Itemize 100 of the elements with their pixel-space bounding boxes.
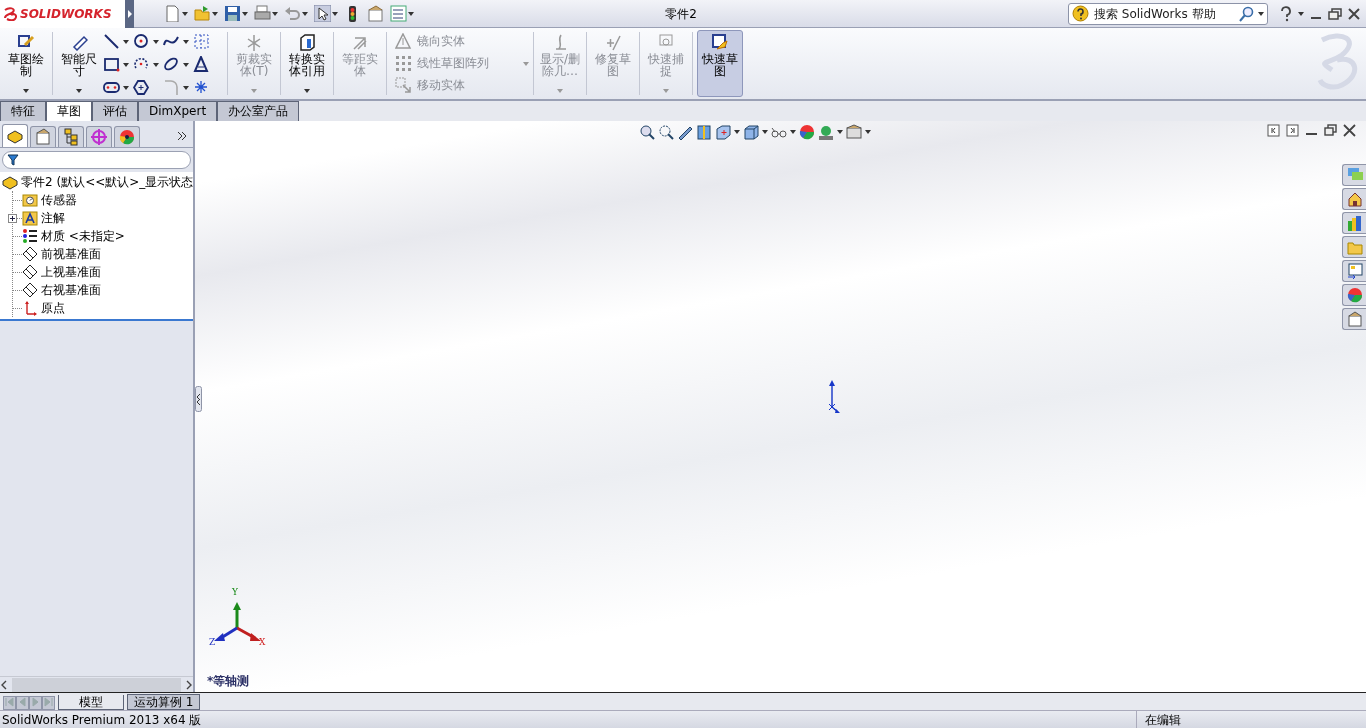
tree-item[interactable]: 注解 bbox=[22, 209, 65, 227]
caret-icon[interactable] bbox=[212, 11, 218, 16]
text-icon[interactable] bbox=[193, 56, 210, 73]
bottom-tab[interactable]: 运动算例 1 bbox=[127, 694, 201, 710]
plane-icon bbox=[22, 246, 38, 262]
display-style-icon[interactable] bbox=[743, 124, 759, 140]
material-icon bbox=[22, 228, 38, 244]
task-pane-tab[interactable] bbox=[1342, 284, 1366, 306]
rectangle-icon[interactable] bbox=[103, 56, 120, 73]
close-icon[interactable] bbox=[1348, 7, 1360, 20]
scroll-left-icon[interactable] bbox=[0, 679, 8, 690]
command-tab[interactable]: 特征 bbox=[0, 101, 46, 121]
tree-item[interactable]: 传感器 bbox=[22, 191, 77, 209]
ribbon-button[interactable]: 智能尺寸 bbox=[57, 30, 101, 97]
panel-tab[interactable] bbox=[2, 124, 28, 147]
zoom-fit-icon[interactable] bbox=[639, 124, 655, 140]
restore-icon[interactable] bbox=[1324, 124, 1337, 137]
caret-icon[interactable] bbox=[183, 62, 189, 67]
caret-icon[interactable] bbox=[734, 130, 740, 134]
convert-entities-icon bbox=[298, 33, 316, 51]
caret-icon[interactable] bbox=[183, 39, 189, 44]
search-field[interactable]: 搜索 SolidWorks 帮助 bbox=[1092, 3, 1236, 24]
caret-icon[interactable] bbox=[762, 130, 768, 134]
bottom-tab[interactable]: 模型 bbox=[58, 695, 124, 710]
polygon-icon[interactable] bbox=[133, 79, 150, 96]
ribbon-button[interactable]: 草图绘制 bbox=[4, 30, 48, 97]
caret-icon[interactable] bbox=[242, 11, 248, 16]
caret-icon[interactable] bbox=[23, 89, 29, 93]
caret-icon[interactable] bbox=[272, 11, 278, 16]
caret-icon[interactable] bbox=[1258, 11, 1264, 16]
caret-icon[interactable] bbox=[183, 85, 189, 90]
checklist-icon[interactable] bbox=[390, 5, 407, 22]
filter-field[interactable] bbox=[2, 151, 191, 169]
search-box[interactable]: 搜索 SolidWorks 帮助 bbox=[1068, 2, 1268, 25]
ribbon-button[interactable]: 转换实体引用 bbox=[285, 30, 329, 97]
tree-item[interactable]: 前视基准面 bbox=[22, 245, 101, 263]
task-pane-tab[interactable] bbox=[1342, 260, 1366, 282]
tree-item[interactable]: 原点 bbox=[22, 299, 65, 317]
caret-icon[interactable] bbox=[790, 130, 796, 134]
command-tab[interactable]: DimXpert bbox=[138, 101, 218, 121]
scene-icon[interactable] bbox=[818, 124, 834, 140]
caret-icon[interactable] bbox=[304, 89, 310, 93]
point-icon[interactable] bbox=[193, 79, 210, 96]
close-icon[interactable] bbox=[1343, 124, 1356, 137]
view-orientation-icon[interactable] bbox=[715, 124, 731, 140]
ellipse-icon[interactable] bbox=[163, 56, 180, 73]
panel-collapse-handle-icon[interactable] bbox=[195, 386, 202, 412]
help-icon[interactable] bbox=[1280, 5, 1292, 22]
tile-right-icon[interactable] bbox=[1286, 124, 1299, 137]
ribbon-button[interactable]: 快速草图 bbox=[697, 30, 743, 97]
expand-arrow-icon[interactable] bbox=[125, 0, 134, 28]
caret-icon[interactable] bbox=[123, 85, 129, 90]
caret-icon[interactable] bbox=[123, 62, 129, 67]
panel-tab[interactable] bbox=[30, 126, 56, 147]
expand-icon[interactable] bbox=[8, 213, 17, 223]
caret-icon[interactable] bbox=[76, 89, 82, 93]
panel-tab[interactable] bbox=[114, 126, 140, 147]
scrollbar-thumb[interactable] bbox=[12, 677, 181, 692]
smart-dimension-icon bbox=[70, 33, 88, 51]
search-icon[interactable] bbox=[1239, 5, 1255, 22]
scroll-right-icon[interactable] bbox=[185, 679, 193, 690]
tree-item[interactable]: 零件2 (默认<<默认>_显示状态 bbox=[2, 173, 193, 191]
view-settings-icon[interactable] bbox=[846, 124, 862, 140]
slot-icon[interactable] bbox=[103, 79, 120, 96]
appearance-ball-icon bbox=[1346, 287, 1363, 303]
appearance-ball-icon[interactable] bbox=[799, 124, 815, 140]
circle-icon[interactable] bbox=[133, 33, 150, 50]
section-view-icon[interactable] bbox=[696, 124, 712, 140]
dotted-grid-icon[interactable] bbox=[193, 33, 210, 50]
select-arrow-icon[interactable] bbox=[314, 5, 331, 22]
caret-icon[interactable] bbox=[332, 11, 338, 16]
caret-icon[interactable] bbox=[865, 130, 871, 134]
panel-tab[interactable] bbox=[58, 126, 84, 147]
caret-icon[interactable] bbox=[837, 130, 843, 134]
rapid-sketch-icon bbox=[711, 33, 729, 51]
caret-icon[interactable] bbox=[408, 11, 414, 16]
tree-item[interactable]: 材质 <未指定> bbox=[22, 227, 125, 245]
restore-icon[interactable] bbox=[1328, 7, 1342, 20]
pencil-icon[interactable] bbox=[677, 124, 693, 140]
axis-label: X bbox=[259, 636, 266, 649]
task-pane-tab[interactable] bbox=[1342, 188, 1366, 210]
tile-left-icon[interactable] bbox=[1267, 124, 1280, 137]
zoom-area-icon[interactable] bbox=[658, 124, 674, 140]
tree-item[interactable]: 上视基准面 bbox=[22, 263, 101, 281]
caret-icon[interactable] bbox=[1298, 11, 1304, 16]
task-pane-tab[interactable] bbox=[1342, 308, 1366, 330]
printer-icon[interactable] bbox=[254, 5, 271, 22]
caret-icon[interactable] bbox=[153, 39, 159, 44]
caret-icon[interactable] bbox=[123, 39, 129, 44]
task-pane-tab[interactable] bbox=[1342, 212, 1366, 234]
caret-icon[interactable] bbox=[302, 11, 308, 16]
command-tab[interactable]: 评估 bbox=[92, 101, 138, 121]
crosshair-icon bbox=[90, 128, 108, 146]
tree-item[interactable]: 右视基准面 bbox=[22, 281, 101, 299]
caret-icon[interactable] bbox=[153, 62, 159, 67]
command-tab[interactable]: 办公室产品 bbox=[217, 101, 300, 121]
command-tab[interactable]: 草图 bbox=[46, 101, 92, 121]
chevron-icon[interactable] bbox=[177, 131, 187, 141]
caret-icon[interactable] bbox=[182, 11, 188, 16]
line-icon[interactable] bbox=[103, 33, 120, 50]
